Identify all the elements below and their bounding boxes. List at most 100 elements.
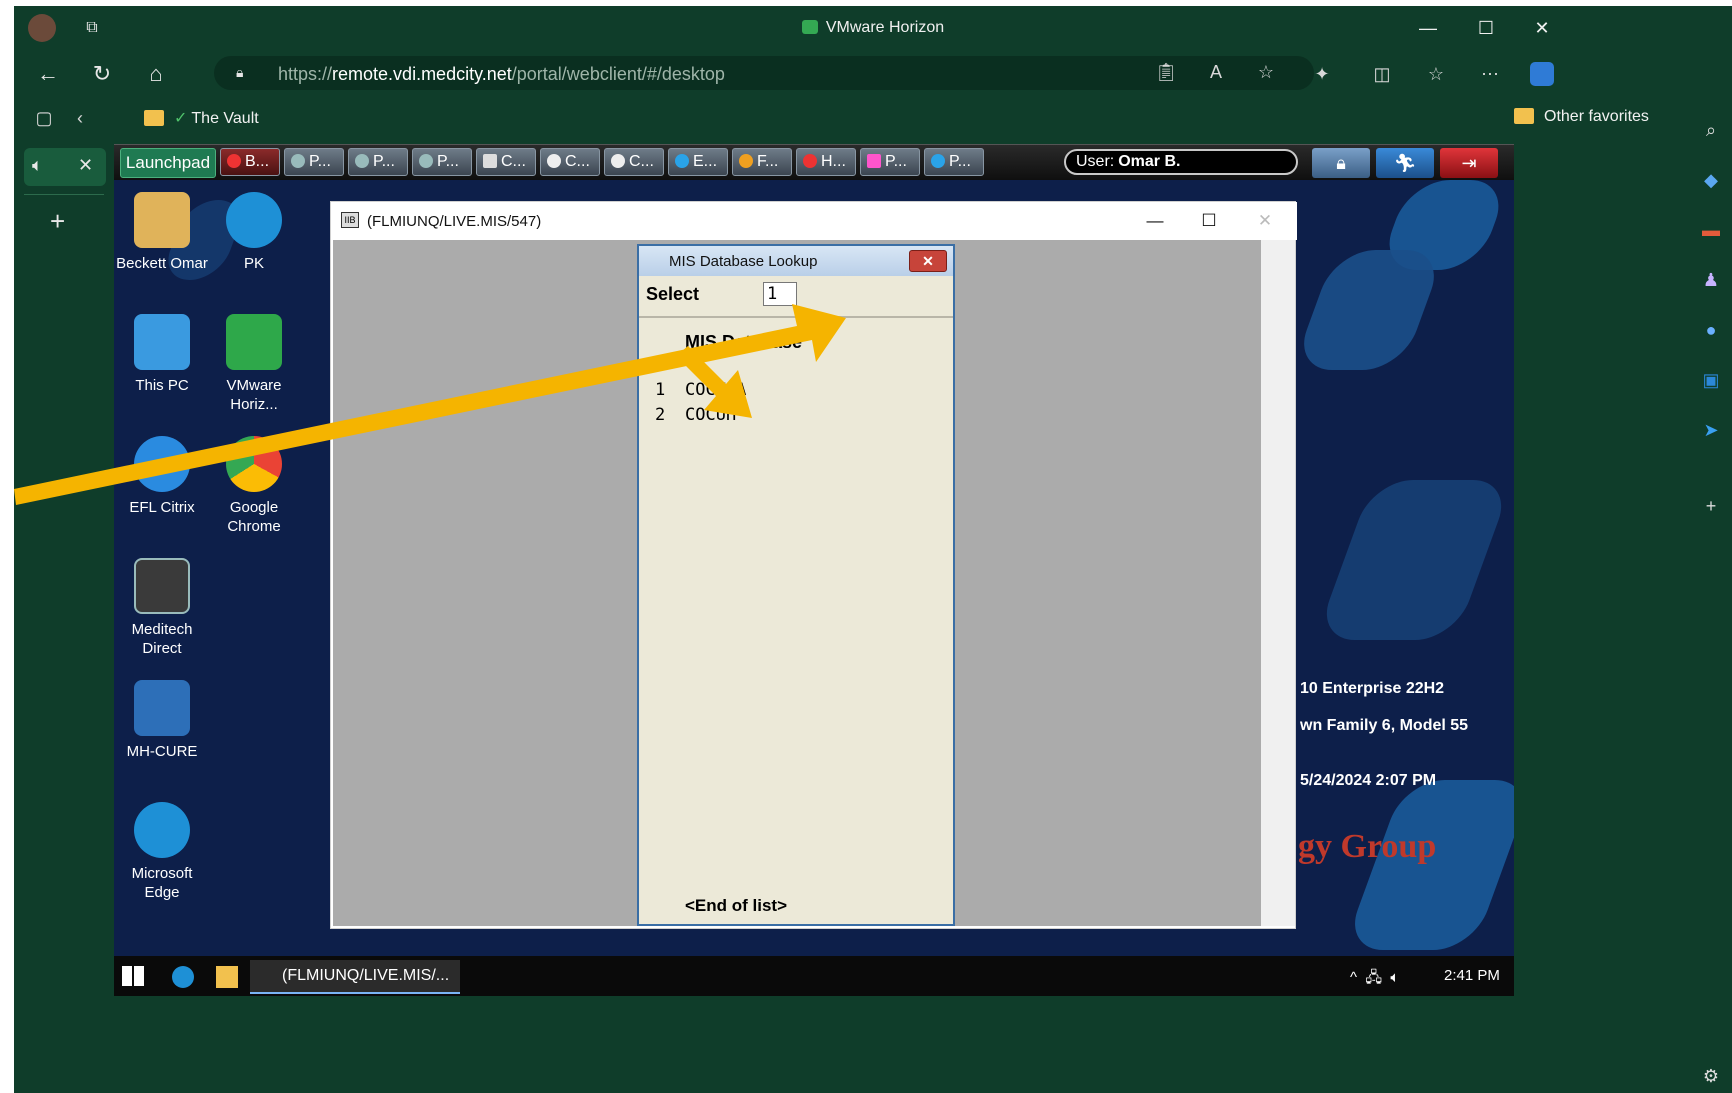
games-icon[interactable]: ♟︎ (1699, 268, 1723, 292)
copilot-icon[interactable] (1530, 62, 1554, 86)
desktop-icon-beckett[interactable]: Beckett Omar (114, 192, 210, 273)
horizon-toolbar: Launchpad B... P... P... P... C... C... … (114, 144, 1514, 180)
select-input[interactable]: 1 (763, 282, 797, 306)
refresh-button[interactable]: ↻ (88, 60, 116, 88)
active-tab[interactable]: 🔈︎ ✕ (24, 148, 106, 186)
mis-database-lookup-dialog: MIS Database Lookup ✕ Select 1 MIS Datab… (637, 244, 955, 926)
other-favorites[interactable]: Other favorites (1514, 108, 1649, 126)
close-button[interactable]: ✕ (1518, 14, 1566, 42)
app-icon: IIB (341, 212, 359, 228)
desktop-icon-meditech[interactable]: Meditech Direct (114, 558, 210, 658)
tag-icon[interactable]: ◆ (1699, 168, 1723, 192)
vmware-icon (801, 20, 818, 34)
tools-icon[interactable]: ▬ (1699, 218, 1723, 242)
wallpaper-shape (1292, 250, 1446, 370)
url-text[interactable]: https://remote.vdi.medcity.net/portal/we… (278, 64, 725, 85)
collapse-tabs-icon[interactable]: ‹ (68, 106, 92, 130)
session-tab[interactable]: C... (476, 148, 536, 176)
app-title: (FLMIUNQ/LIVE.MIS/547) (367, 213, 542, 230)
desktop-icon-eflcitrix[interactable]: EFL Citrix (114, 436, 210, 517)
select-label: Select (646, 284, 700, 304)
folder-icon (144, 110, 164, 126)
edge-icon (226, 192, 282, 248)
divider (639, 316, 953, 318)
list-header: MIS Database (685, 332, 803, 352)
outlook-icon[interactable]: ▣ (1699, 368, 1723, 392)
desktop-icon-vmware[interactable]: VMware Horiz... (206, 314, 302, 414)
session-tab[interactable]: P... (412, 148, 472, 176)
mis-app-window: IIB (FLMIUNQ/LIVE.MIS/547) — ☐ ✕ MIS Dat… (330, 201, 1297, 929)
session-tab[interactable]: P... (924, 148, 984, 176)
favorite-the-vault[interactable]: ✓ The Vault (144, 108, 259, 128)
session-tab[interactable]: E... (668, 148, 728, 176)
sysinfo-cpu: wn Family 6, Model 55 (1300, 717, 1469, 734)
address-bar[interactable]: 🔒︎ https://remote.vdi.medcity.net/portal… (214, 56, 1314, 90)
scrollbar[interactable] (1261, 240, 1295, 926)
wallpaper-shape (1314, 480, 1514, 640)
desktop-icon-thispc[interactable]: This PC (114, 314, 210, 395)
home-button[interactable]: ⌂ (142, 60, 170, 88)
minimize-button[interactable]: — (1404, 14, 1452, 42)
user-folder-icon (134, 192, 190, 248)
favorite-star-icon[interactable]: ☆ (1254, 60, 1278, 84)
app-close-button[interactable]: ✕ (1245, 208, 1285, 234)
back-button[interactable]: ← (34, 60, 62, 88)
favorites-bar: ▢ ‹ ✓ The Vault Other favorites (14, 96, 1694, 136)
file-explorer-icon[interactable] (216, 966, 238, 988)
settings-gear-icon[interactable]: ⚙︎ (1699, 1064, 1723, 1088)
read-aloud-icon[interactable]: A (1204, 60, 1228, 84)
session-tab[interactable]: C... (604, 148, 664, 176)
title-bar: ⧉ VMware Horizon — ☐ ✕ (14, 6, 1732, 50)
dialog-title-bar: MIS Database Lookup ✕ (639, 246, 953, 276)
session-tab[interactable]: H... (796, 148, 856, 176)
system-tray[interactable]: ^ 🖧︎ 🔈︎ (1350, 967, 1399, 992)
list-item[interactable]: 1 COCMIA (655, 380, 746, 400)
more-icon[interactable]: ⋯ (1478, 62, 1502, 86)
clock[interactable]: 2:41 PM (1444, 967, 1500, 984)
desktop-icon-edge[interactable]: Microsoft Edge (114, 802, 210, 902)
chrome-icon (226, 436, 282, 492)
split-screen-icon[interactable]: ◫ (1370, 62, 1394, 86)
desktop-icon-chrome[interactable]: Google Chrome (206, 436, 302, 536)
session-tab[interactable]: F... (732, 148, 792, 176)
windows-start-icon[interactable] (122, 966, 144, 986)
mhcure-icon (134, 680, 190, 736)
launchpad-button[interactable]: Launchpad (120, 148, 216, 178)
session-tab[interactable]: B... (220, 148, 280, 176)
favorites-icon[interactable]: ☆ (1424, 62, 1448, 86)
new-tab-button[interactable]: + (50, 206, 65, 237)
speaker-icon[interactable]: 🔈︎ (32, 155, 43, 176)
maximize-button[interactable]: ☐ (1462, 14, 1510, 42)
vmware-horizon-icon (226, 314, 282, 370)
desktop-icon-pk[interactable]: PK (206, 192, 302, 273)
session-tab[interactable]: C... (540, 148, 600, 176)
wallpaper-brand: gy Group (1298, 828, 1437, 865)
session-tab[interactable]: P... (860, 148, 920, 176)
clipboard-icon[interactable]: 📋︎ (1154, 60, 1178, 84)
send-icon[interactable]: ➤ (1699, 418, 1723, 442)
tab-actions-icon[interactable]: ▢ (32, 106, 56, 130)
app-maximize-button[interactable]: ☐ (1189, 208, 1229, 234)
extensions-icon[interactable]: ✦ (1310, 62, 1334, 86)
lock-icon[interactable]: 🔒︎ (236, 64, 252, 82)
copilot-sidebar-icon[interactable]: ● (1699, 318, 1723, 342)
list-item[interactable]: 2 COCUH (655, 405, 736, 425)
session-tab[interactable]: P... (348, 148, 408, 176)
logout-button[interactable]: ⇥ (1440, 148, 1498, 178)
lock-button[interactable]: 🔒︎ (1312, 148, 1370, 178)
edge-taskbar-icon[interactable] (172, 966, 194, 988)
taskbar-active-app[interactable]: (FLMIUNQ/LIVE.MIS/... (250, 960, 460, 994)
citrix-icon (134, 436, 190, 492)
dialog-close-button[interactable]: ✕ (909, 250, 947, 272)
right-sidebar: ⌕ ◆ ▬ ♟︎ ● ▣ ➤ + ⚙︎ (1690, 106, 1732, 1093)
tab-close-icon[interactable]: ✕ (78, 155, 93, 176)
desktop-icon-mhcure[interactable]: MH-CURE (114, 680, 210, 761)
add-sidebar-icon[interactable]: + (1699, 494, 1723, 518)
session-tab[interactable]: P... (284, 148, 344, 176)
browser-window: ⧉ VMware Horizon — ☐ ✕ ← ↻ ⌂ 🔒︎ https://… (14, 6, 1732, 1093)
search-icon[interactable]: ⌕ (1699, 118, 1723, 142)
run-button[interactable]: 🏃︎ (1376, 148, 1434, 178)
end-of-list: <End of list> (685, 896, 788, 915)
dialog-title: MIS Database Lookup (669, 253, 818, 270)
app-minimize-button[interactable]: — (1135, 208, 1175, 234)
